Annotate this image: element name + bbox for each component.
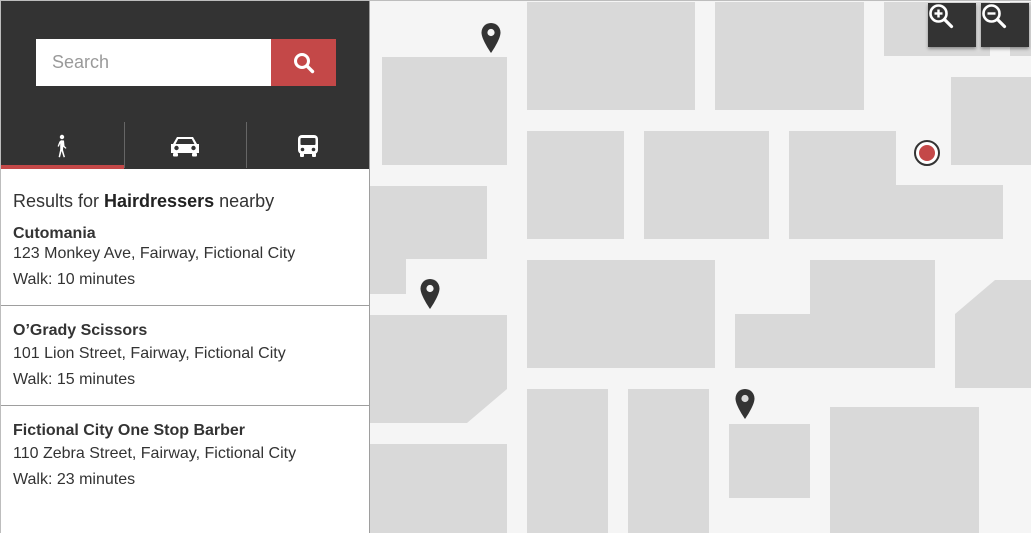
result-address: 123 Monkey Ave, Fairway, Fictional City [13, 245, 296, 262]
results-query: Hairdressers [104, 191, 215, 211]
sidebar-header [1, 1, 369, 169]
tab-bus[interactable] [246, 122, 369, 169]
search-input[interactable] [36, 39, 271, 86]
result-walk-time: Walk: 15 minutes [13, 371, 136, 388]
map-blocks [370, 2, 1031, 533]
result-item[interactable]: Cutomania 123 Monkey Ave, Fairway, Ficti… [1, 218, 369, 305]
results-suffix: nearby [214, 191, 275, 211]
map-search-app: Results for Hairdressers nearby Cutomani… [0, 0, 1031, 533]
results-prefix: Results for [13, 191, 105, 211]
travel-mode-tabs [1, 122, 369, 169]
result-address: 101 Lion Street, Fairway, Fictional City [13, 345, 286, 362]
result-name: Fictional City One Stop Barber [13, 422, 246, 439]
zoom-out-button[interactable] [981, 3, 1029, 47]
result-address: 110 Zebra Street, Fairway, Fictional Cit… [13, 445, 297, 462]
map-view[interactable] [370, 1, 1031, 533]
sidebar: Results for Hairdressers nearby Cutomani… [1, 1, 370, 533]
result-walk-time: Walk: 23 minutes [13, 471, 136, 488]
result-item[interactable]: Fictional City One Stop Barber 110 Zebra… [1, 405, 369, 505]
result-item[interactable]: O’Grady Scissors 101 Lion Street, Fairwa… [1, 305, 369, 405]
map-pin-icon[interactable] [734, 388, 756, 420]
car-icon [171, 136, 199, 156]
result-walk-time: Walk: 10 minutes [13, 271, 136, 288]
results-heading: Results for Hairdressers nearby [1, 169, 369, 218]
map-pin-icon[interactable] [419, 278, 441, 310]
result-name: Cutomania [13, 225, 96, 242]
results-panel: Results for Hairdressers nearby Cutomani… [1, 169, 369, 505]
tab-walk[interactable] [1, 122, 124, 169]
tab-car[interactable] [123, 122, 247, 169]
zoom-in-icon [929, 4, 954, 29]
walking-person-icon [57, 134, 67, 157]
bus-icon [297, 134, 318, 157]
current-location-icon [914, 140, 940, 166]
search-icon [293, 52, 314, 73]
zoom-in-button[interactable] [928, 3, 976, 47]
zoom-out-icon [982, 4, 1007, 29]
search-button[interactable] [271, 39, 336, 86]
current-location-dot [919, 145, 935, 161]
map-pin-icon[interactable] [480, 22, 502, 54]
result-name: O’Grady Scissors [13, 322, 148, 339]
